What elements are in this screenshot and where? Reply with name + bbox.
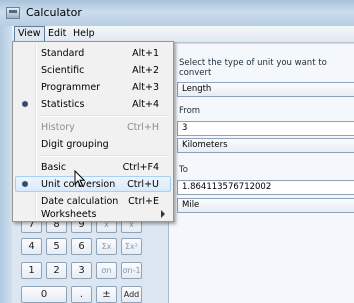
menu-item-label: Worksheets: [41, 209, 97, 220]
window-title: Calculator: [26, 6, 82, 19]
unit-type-select[interactable]: Length: [177, 82, 354, 97]
menu-item-programmer[interactable]: Programmer Alt+3: [15, 79, 171, 95]
menu-item-scientific[interactable]: Scientific Alt+2: [15, 62, 171, 78]
submenu-arrow-icon: [161, 210, 165, 218]
menu-item-shortcut: Alt+1: [132, 48, 159, 59]
menu-item-unit-conversion[interactable]: Unit conversion Ctrl+U: [15, 176, 171, 192]
conversion-prompt: Select the type of unit you want to conv…: [179, 58, 327, 78]
menu-item-label: Standard: [41, 48, 85, 59]
menu-item-basic[interactable]: Basic Ctrl+F4: [15, 159, 171, 175]
menu-help[interactable]: Help: [70, 27, 98, 41]
window-frame-left: [0, 26, 12, 303]
key-add[interactable]: Add: [121, 286, 142, 303]
radio-bullet-icon: [22, 101, 28, 107]
menu-item-label: History: [41, 122, 75, 133]
key-sigma-n[interactable]: σn: [96, 262, 117, 279]
title-bar: Calculator: [0, 0, 354, 26]
menu-item-label: Statistics: [41, 99, 85, 110]
menu-edit[interactable]: Edit: [45, 27, 69, 41]
key-5[interactable]: 5: [46, 238, 67, 255]
key-6[interactable]: 6: [71, 238, 92, 255]
to-unit-select[interactable]: Mile: [177, 198, 354, 213]
key-2[interactable]: 2: [46, 262, 67, 279]
to-label: To: [179, 165, 188, 175]
from-label: From: [179, 106, 201, 116]
menu-item-shortcut: Alt+3: [132, 82, 159, 93]
key-sum-x-squared[interactable]: Σx²: [121, 238, 142, 255]
menu-item-shortcut: Alt+4: [132, 99, 159, 110]
calculator-app-icon: [6, 7, 20, 19]
keypad: 7 8 9 x x 4 5 6 Σx Σx² 1 2 3 σn σn-1 0 .…: [12, 216, 178, 303]
menu-item-label: Digit grouping: [41, 139, 109, 150]
key-4[interactable]: 4: [21, 238, 42, 255]
menu-item-statistics[interactable]: Statistics Alt+4: [15, 96, 171, 112]
key-3[interactable]: 3: [71, 262, 92, 279]
view-menu-dropdown: Standard Alt+1 Scientific Alt+2 Programm…: [12, 41, 174, 222]
key-decimal[interactable]: .: [71, 286, 92, 303]
key-sum-x[interactable]: Σx: [96, 238, 117, 255]
menu-item-label: Basic: [41, 162, 67, 173]
menu-item-shortcut: Ctrl+U: [127, 179, 159, 190]
key-sigma-n-1[interactable]: σn-1: [121, 262, 142, 279]
menu-view[interactable]: View: [14, 26, 45, 42]
menu-item-shortcut: Alt+2: [132, 65, 159, 76]
key-1[interactable]: 1: [21, 262, 42, 279]
menu-item-worksheets[interactable]: Worksheets: [15, 206, 171, 222]
unit-conversion-panel: Select the type of unit you want to conv…: [168, 44, 354, 303]
menu-item-digit-grouping[interactable]: Digit grouping: [15, 136, 171, 152]
menu-item-shortcut: Ctrl+H: [126, 122, 159, 133]
to-value-output: 1.864113576712002: [177, 180, 354, 195]
key-0[interactable]: 0: [21, 286, 67, 303]
menu-item-standard[interactable]: Standard Alt+1: [15, 45, 171, 61]
menu-item-label: Programmer: [41, 82, 101, 93]
radio-bullet-icon: [22, 181, 28, 187]
menu-separator: [39, 115, 169, 117]
menu-item-history: History Ctrl+H: [15, 119, 171, 135]
from-unit-select[interactable]: Kilometers: [177, 138, 354, 153]
menu-item-label: Scientific: [41, 65, 85, 76]
menu-separator: [39, 155, 169, 157]
menu-item-shortcut: Ctrl+F4: [122, 162, 159, 173]
mouse-pointer-icon: [74, 170, 86, 188]
from-value-input[interactable]: 3: [177, 121, 354, 136]
key-plus-minus[interactable]: ±: [96, 286, 117, 303]
